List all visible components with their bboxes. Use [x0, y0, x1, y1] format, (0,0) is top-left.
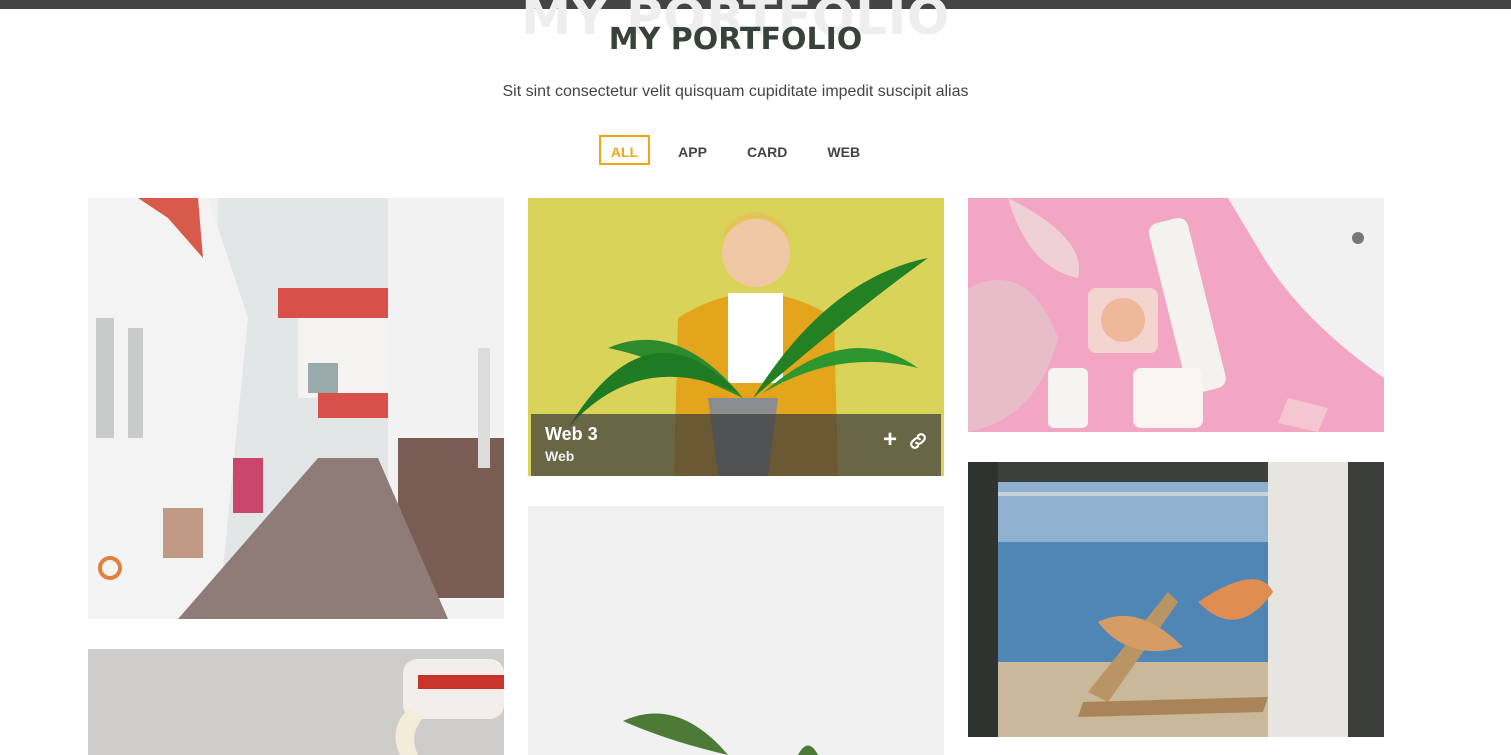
section-title: MY PORTFOLIO — [608, 22, 863, 57]
portfolio-item-web-3[interactable]: Web 3 Web + — [528, 198, 944, 476]
section-subtitle: Sit sint consectetur velit quisquam cupi… — [502, 83, 969, 100]
filter-web[interactable]: WEB — [815, 135, 872, 165]
link-icon[interactable] — [907, 430, 929, 452]
portfolio-item-alley[interactable] — [88, 198, 504, 619]
plant-image — [528, 506, 944, 755]
portfolio-item-category: Web — [545, 448, 575, 464]
portfolio-item-plant[interactable] — [528, 506, 944, 755]
portfolio-filters: ALL APP CARD WEB — [0, 135, 1471, 165]
plus-icon[interactable]: + — [883, 428, 897, 452]
filter-card[interactable]: CARD — [735, 135, 799, 165]
filter-all[interactable]: ALL — [598, 135, 651, 165]
portfolio-item-milk[interactable] — [88, 649, 504, 755]
cosmetics-image — [968, 198, 1384, 432]
portfolio-item-beach-chair[interactable] — [968, 462, 1384, 737]
beach-chair-image — [968, 462, 1384, 737]
milk-pouring-image — [88, 649, 504, 755]
filter-app[interactable]: APP — [666, 135, 719, 165]
alley-street-image — [88, 198, 504, 619]
portfolio-item-overlay: Web 3 Web + — [531, 414, 941, 476]
portfolio-item-name: Web 3 — [545, 424, 598, 444]
portfolio-item-cosmetics[interactable] — [968, 198, 1384, 432]
